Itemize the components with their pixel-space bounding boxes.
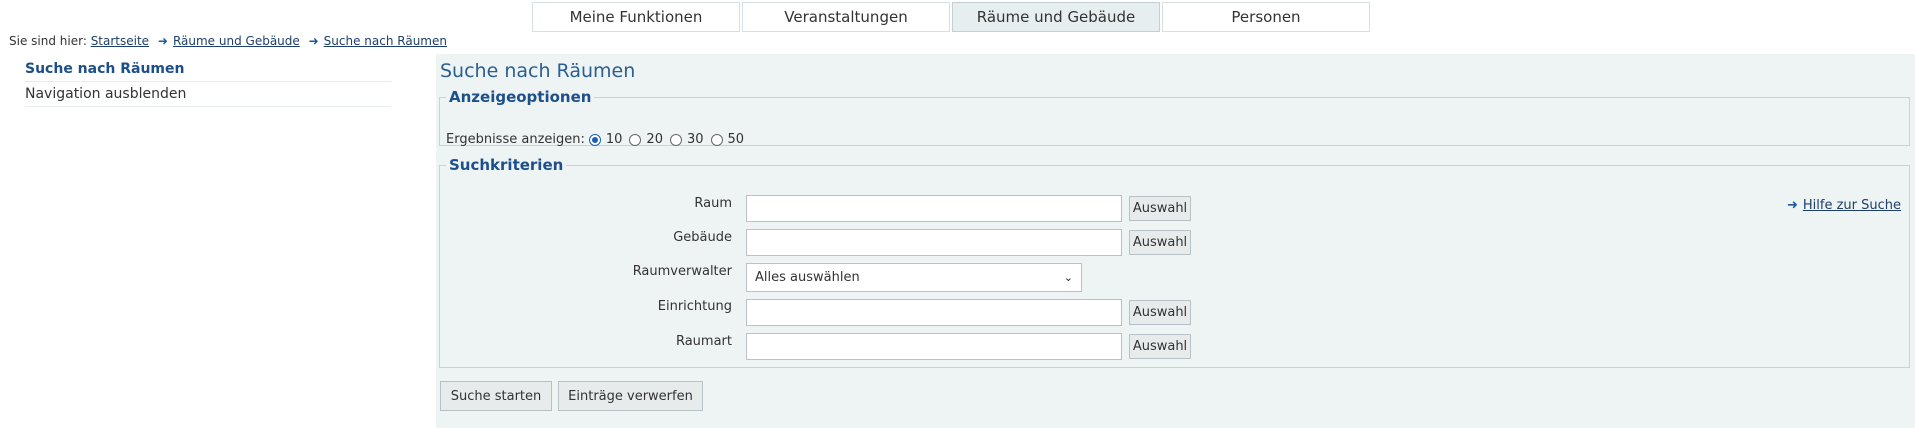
arrow-right-icon: ➜	[308, 34, 319, 48]
top-navigation: Meine Funktionen Veranstaltungen Räume u…	[532, 2, 1370, 32]
radio-label-20: 20	[646, 132, 663, 147]
breadcrumb-link-startseite[interactable]: Startseite	[91, 34, 149, 48]
radio-label-10: 10	[605, 132, 623, 147]
room-manager-selected-value: Alles auswählen	[755, 270, 860, 285]
room-manager-select[interactable]: Alles auswählen ⌄	[746, 263, 1082, 292]
tab-veranstaltungen[interactable]: Veranstaltungen	[742, 2, 950, 32]
building-label: Gebäude	[673, 230, 732, 245]
discard-entries-button[interactable]: Einträge verwerfen	[558, 381, 703, 411]
sidebar-item-suche-nach-raeumen[interactable]: Suche nach Räumen	[25, 57, 391, 82]
room-select-button[interactable]: Auswahl	[1129, 196, 1191, 221]
facility-input[interactable]	[746, 299, 1122, 326]
room-input[interactable]	[746, 195, 1122, 222]
results-count-label: Ergebnisse anzeigen:	[446, 132, 585, 147]
radio-results-30[interactable]	[669, 133, 682, 146]
tab-meine-funktionen[interactable]: Meine Funktionen	[532, 2, 740, 32]
arrow-right-icon: ➜	[1786, 198, 1798, 213]
facility-label: Einrichtung	[657, 299, 732, 314]
breadcrumb: Sie sind hier: Startseite ➜ Räume und Geb…	[9, 34, 447, 48]
building-input[interactable]	[746, 229, 1122, 256]
building-select-button[interactable]: Auswahl	[1129, 230, 1191, 255]
radio-results-50[interactable]	[710, 133, 723, 146]
room-type-select-button[interactable]: Auswahl	[1129, 334, 1191, 359]
display-options-legend: Anzeigeoptionen	[449, 88, 592, 106]
room-manager-label: Raumverwalter	[632, 264, 732, 279]
breadcrumb-prefix: Sie sind hier:	[9, 34, 87, 48]
room-type-input[interactable]	[746, 333, 1122, 360]
room-type-label: Raumart	[675, 334, 732, 349]
help-link[interactable]: ➜ Hilfe zur Suche	[1787, 198, 1901, 213]
results-count-options: Ergebnisse anzeigen: 10 20 30 50	[446, 132, 747, 147]
radio-label-50: 50	[727, 132, 745, 147]
arrow-right-icon: ➜	[157, 34, 168, 48]
search-criteria-legend: Suchkriterien	[449, 156, 564, 174]
tab-personen[interactable]: Personen	[1162, 2, 1370, 32]
breadcrumb-link-suche[interactable]: Suche nach Räumen	[324, 34, 447, 48]
search-criteria-fieldset: Suchkriterien ➜ Hilfe zur Suche Raum Ausw…	[439, 156, 1910, 368]
start-search-button[interactable]: Suche starten	[440, 381, 552, 411]
radio-label-30: 30	[686, 132, 704, 147]
page-title: Suche nach Räumen	[440, 60, 636, 82]
help-link-label[interactable]: Hilfe zur Suche	[1803, 198, 1901, 213]
sidebar: Suche nach Räumen Navigation ausblenden	[25, 57, 391, 107]
radio-results-20[interactable]	[629, 133, 642, 146]
sidebar-item-navigation-ausblenden[interactable]: Navigation ausblenden	[25, 82, 391, 107]
radio-results-10[interactable]	[588, 133, 601, 146]
chevron-down-icon: ⌄	[1063, 271, 1073, 284]
tab-raeume-und-gebaeude[interactable]: Räume und Gebäude	[952, 2, 1160, 32]
breadcrumb-link-raeume[interactable]: Räume und Gebäude	[173, 34, 300, 48]
display-options-fieldset: Anzeigeoptionen Ergebnisse anzeigen: 10 …	[439, 88, 1910, 147]
main-content: Suche nach Räumen Anzeigeoptionen Ergebn…	[436, 54, 1915, 428]
room-label: Raum	[694, 196, 732, 211]
facility-select-button[interactable]: Auswahl	[1129, 300, 1191, 325]
